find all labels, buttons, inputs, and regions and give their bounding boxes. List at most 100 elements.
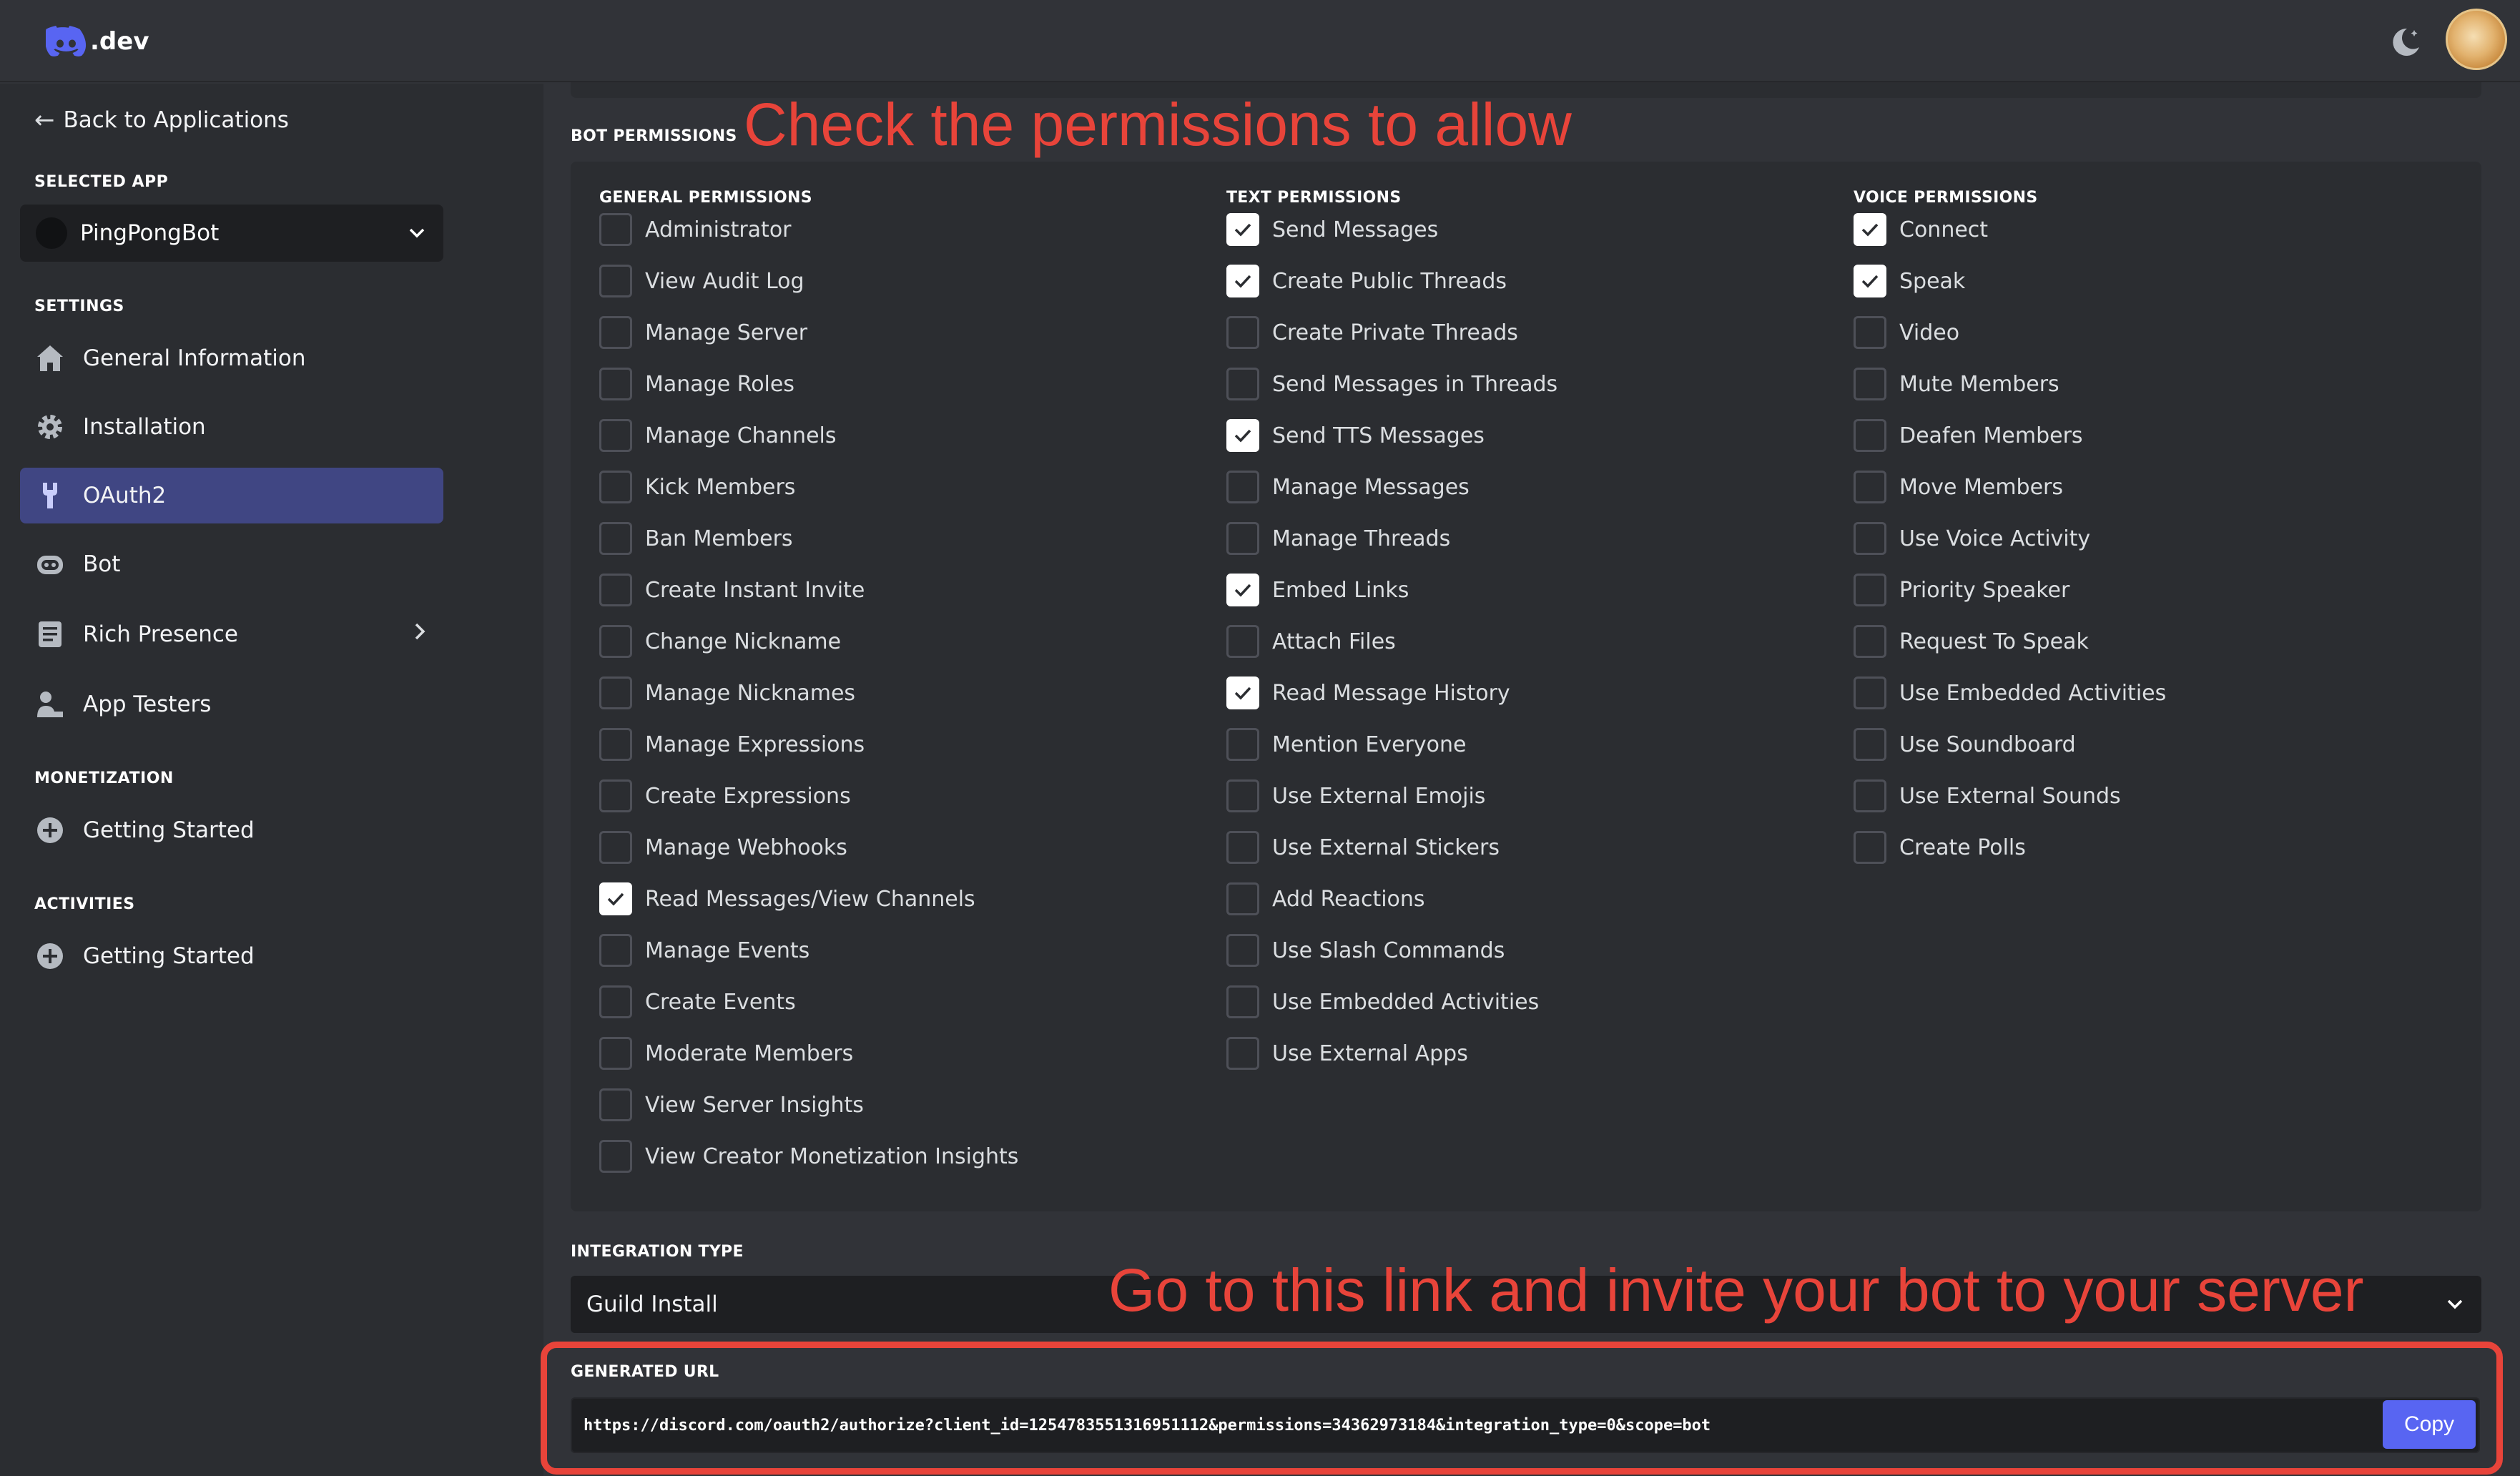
checkbox-unchecked[interactable] [599,934,632,967]
checkbox-unchecked[interactable] [599,728,632,761]
checkbox-unchecked[interactable] [1226,728,1259,761]
permission-row[interactable]: Send Messages [1226,213,1438,246]
permission-row[interactable]: Embed Links [1226,574,1409,606]
copy-button[interactable]: Copy [2383,1400,2476,1449]
permission-row[interactable]: Use External Sounds [1854,779,2121,812]
checkbox-unchecked[interactable] [1854,419,1886,452]
checkbox-unchecked[interactable] [599,368,632,400]
permission-row[interactable]: Manage Messages [1226,471,1470,503]
permission-row[interactable]: Create Expressions [599,779,851,812]
permission-row[interactable]: Speak [1854,265,1965,297]
sidebar-item-bot[interactable]: Bot [20,536,443,592]
checkbox-checked[interactable] [1226,419,1259,452]
permission-row[interactable]: Manage Roles [599,368,794,400]
permission-row[interactable]: Create Public Threads [1226,265,1507,297]
checkbox-unchecked[interactable] [1854,779,1886,812]
sidebar-item-oauth2[interactable]: OAuth2 [20,468,443,523]
checkbox-unchecked[interactable] [1226,625,1259,658]
permission-row[interactable]: Video [1854,316,1959,349]
permission-row[interactable]: View Creator Monetization Insights [599,1140,1018,1173]
permission-row[interactable]: Use Embedded Activities [1226,985,1539,1018]
checkbox-unchecked[interactable] [1226,471,1259,503]
permission-row[interactable]: Create Events [599,985,796,1018]
sidebar-item-installation[interactable]: Installation [20,399,443,455]
checkbox-unchecked[interactable] [599,316,632,349]
checkbox-unchecked[interactable] [599,779,632,812]
checkbox-unchecked[interactable] [1854,574,1886,606]
permission-row[interactable]: Create Polls [1854,831,2026,864]
checkbox-checked[interactable] [1854,265,1886,297]
checkbox-unchecked[interactable] [1854,316,1886,349]
permission-row[interactable]: Priority Speaker [1854,574,2069,606]
permission-row[interactable]: Use External Apps [1226,1037,1468,1070]
permission-row[interactable]: Use Soundboard [1854,728,2076,761]
permission-row[interactable]: View Server Insights [599,1088,864,1121]
permission-row[interactable]: Send Messages in Threads [1226,368,1557,400]
permission-row[interactable]: Read Messages/View Channels [599,882,975,915]
permission-row[interactable]: Read Message History [1226,676,1510,709]
checkbox-unchecked[interactable] [1226,316,1259,349]
permission-row[interactable]: Attach Files [1226,625,1396,658]
back-to-applications-link[interactable]: ← Back to Applications [34,106,289,134]
checkbox-unchecked[interactable] [599,419,632,452]
sidebar-item-rich-presence[interactable]: Rich Presence [20,606,443,662]
moon-icon[interactable] [2386,21,2426,62]
checkbox-unchecked[interactable] [1226,831,1259,864]
permission-row[interactable]: Create Instant Invite [599,574,865,606]
permission-row[interactable]: Manage Nicknames [599,676,855,709]
permission-row[interactable]: Use Embedded Activities [1854,676,2166,709]
permission-row[interactable]: Move Members [1854,471,2063,503]
checkbox-unchecked[interactable] [599,1140,632,1173]
checkbox-unchecked[interactable] [1226,522,1259,555]
permission-row[interactable]: Manage Channels [599,419,837,452]
permission-row[interactable]: Send TTS Messages [1226,419,1485,452]
permission-row[interactable]: Mute Members [1854,368,2059,400]
checkbox-unchecked[interactable] [1226,985,1259,1018]
checkbox-checked[interactable] [599,882,632,915]
permission-row[interactable]: Administrator [599,213,792,246]
checkbox-unchecked[interactable] [1854,625,1886,658]
checkbox-unchecked[interactable] [1854,728,1886,761]
checkbox-unchecked[interactable] [1226,1037,1259,1070]
checkbox-unchecked[interactable] [1226,779,1259,812]
sidebar-item-app-testers[interactable]: App Testers [20,676,443,732]
permission-row[interactable]: Add Reactions [1226,882,1425,915]
checkbox-checked[interactable] [1226,574,1259,606]
checkbox-unchecked[interactable] [599,522,632,555]
permission-row[interactable]: View Audit Log [599,265,804,297]
checkbox-unchecked[interactable] [1854,368,1886,400]
checkbox-unchecked[interactable] [1226,882,1259,915]
sidebar-item-general-information[interactable]: General Information [20,330,443,386]
checkbox-unchecked[interactable] [1226,934,1259,967]
permission-row[interactable]: Use Slash Commands [1226,934,1505,967]
permission-row[interactable]: Manage Threads [1226,522,1450,555]
checkbox-unchecked[interactable] [599,985,632,1018]
checkbox-unchecked[interactable] [599,625,632,658]
permission-row[interactable]: Ban Members [599,522,793,555]
checkbox-unchecked[interactable] [1854,676,1886,709]
permission-row[interactable]: Manage Server [599,316,807,349]
app-selector[interactable]: PingPongBot [20,205,443,262]
checkbox-unchecked[interactable] [1854,831,1886,864]
checkbox-unchecked[interactable] [1854,522,1886,555]
checkbox-unchecked[interactable] [599,265,632,297]
checkbox-unchecked[interactable] [599,213,632,246]
permission-row[interactable]: Use External Emojis [1226,779,1485,812]
checkbox-checked[interactable] [1854,213,1886,246]
sidebar-item-monetization-getting-started[interactable]: Getting Started [20,802,443,858]
permission-row[interactable]: Manage Webhooks [599,831,847,864]
permission-row[interactable]: Kick Members [599,471,795,503]
checkbox-checked[interactable] [1226,676,1259,709]
permission-row[interactable]: Mention Everyone [1226,728,1466,761]
checkbox-checked[interactable] [1226,213,1259,246]
permission-row[interactable]: Manage Events [599,934,809,967]
checkbox-unchecked[interactable] [599,676,632,709]
permission-row[interactable]: Use Voice Activity [1854,522,2090,555]
permission-row[interactable]: Use External Stickers [1226,831,1500,864]
checkbox-unchecked[interactable] [599,574,632,606]
sidebar-item-activities-getting-started[interactable]: Getting Started [20,928,443,984]
permission-row[interactable]: Deafen Members [1854,419,2083,452]
checkbox-unchecked[interactable] [599,831,632,864]
permission-row[interactable]: Moderate Members [599,1037,853,1070]
user-avatar[interactable] [2446,9,2507,70]
